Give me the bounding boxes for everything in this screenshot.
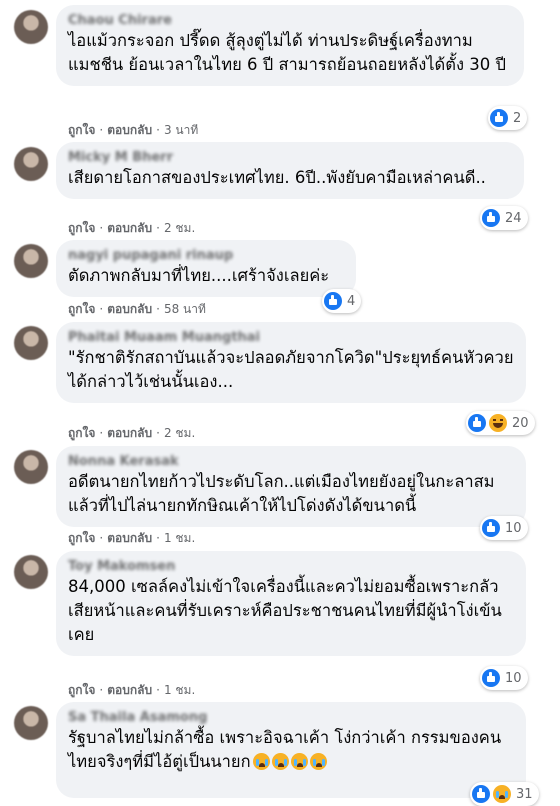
- like-reaction-icon: [490, 109, 508, 127]
- comment-author[interactable]: Toy Makomsen: [68, 559, 514, 575]
- reaction-summary[interactable]: 31: [470, 782, 539, 806]
- avatar[interactable]: [14, 706, 48, 740]
- comment-author[interactable]: Sa Thaila Asamong: [68, 710, 514, 726]
- comment-text: ตัดภาพกลับมาที่ไทย....เศร้าจังเลยค่ะ: [68, 266, 330, 285]
- like-link[interactable]: ถูกใจ: [68, 221, 95, 235]
- comment-author[interactable]: nagyi pupagani rinaup: [68, 248, 344, 264]
- comment-bubble: Phaitai Muaam Muangthai "รักชาติรักสถาบั…: [56, 322, 526, 403]
- comment-author[interactable]: Nonna Kerasak: [68, 454, 514, 470]
- comment-bubble: Sa Thaila Asamong รัฐบาลไทยไม่กล้าซื้อ เ…: [56, 702, 526, 798]
- comment-actions: ถูกใจ · ตอบกลับ · 2 ชม.: [68, 426, 196, 440]
- comment-bubble: Toy Makomsen 84,000 เซลล์คงไม่เข้าใจเครื…: [56, 551, 526, 656]
- reaction-summary[interactable]: 2: [488, 106, 528, 130]
- like-link[interactable]: ถูกใจ: [68, 426, 95, 440]
- like-reaction-icon: [482, 669, 500, 687]
- comment-text: รัฐบาลไทยไม่กล้าซื้อ เพราะอิจฉาเค้า โง่ก…: [68, 728, 502, 771]
- reaction-count: 10: [505, 670, 522, 686]
- comment-actions: ถูกใจ · ตอบกลับ · 1 ชม.: [68, 531, 196, 545]
- avatar[interactable]: [14, 555, 48, 589]
- avatar[interactable]: [14, 450, 48, 484]
- reply-link[interactable]: ตอบกลับ: [107, 683, 152, 697]
- comment-time[interactable]: 1 ชม.: [164, 531, 195, 545]
- like-reaction-icon: [482, 519, 500, 537]
- comment-text: 84,000 เซลล์คงไม่เข้าใจเครื่องนี้และควไม…: [68, 577, 502, 644]
- comment-actions: ถูกใจ · ตอบกลับ · 1 ชม.: [68, 683, 196, 697]
- reaction-count: 4: [347, 293, 356, 309]
- like-reaction-icon: [324, 292, 342, 310]
- like-link[interactable]: ถูกใจ: [68, 123, 95, 137]
- reaction-summary[interactable]: 20: [466, 411, 535, 435]
- avatar[interactable]: [14, 147, 48, 181]
- cry-reaction-icon: [493, 785, 511, 803]
- comment-bubble: nagyi pupagani rinaup ตัดภาพกลับมาที่ไทย…: [56, 240, 356, 297]
- comment-bubble: Micky M Bherr เสียดายโอกาสของประเทศไทย. …: [56, 142, 524, 199]
- comment-time[interactable]: 1 ชม.: [164, 683, 195, 697]
- comment-actions: ถูกใจ · ตอบกลับ · 2 ชม.: [68, 221, 196, 235]
- reaction-count: 10: [505, 520, 522, 536]
- comment-text: อดีตนายกไทยก้าวไประดับโลก..แต่เมืองไทยยั…: [68, 472, 495, 515]
- like-reaction-icon: [472, 785, 490, 803]
- avatar[interactable]: [14, 326, 48, 360]
- avatar[interactable]: [14, 10, 48, 44]
- comment-actions: ถูกใจ · ตอบกลับ · 58 นาที: [68, 302, 206, 316]
- comment-author[interactable]: Chaou Chirare: [68, 13, 512, 29]
- haha-reaction-icon: [489, 414, 507, 432]
- reaction-summary[interactable]: 4: [322, 289, 362, 313]
- reaction-count: 2: [513, 110, 522, 126]
- avatar[interactable]: [14, 244, 48, 278]
- comment-text: เสียดายโอกาสของประเทศไทย. 6ปี..พังยับคาม…: [68, 168, 486, 187]
- comment-author[interactable]: Phaitai Muaam Muangthai: [68, 330, 514, 346]
- like-link[interactable]: ถูกใจ: [68, 531, 95, 545]
- comment-time[interactable]: 2 ชม.: [164, 426, 195, 440]
- crying-face-icon: [271, 753, 289, 770]
- reaction-count: 20: [512, 415, 529, 431]
- comment-time[interactable]: 3 นาที: [164, 123, 198, 137]
- reaction-summary[interactable]: 24: [480, 206, 528, 230]
- like-link[interactable]: ถูกใจ: [68, 302, 95, 316]
- reaction-count: 31: [516, 786, 533, 802]
- like-link[interactable]: ถูกใจ: [68, 683, 95, 697]
- reaction-summary[interactable]: 10: [480, 666, 528, 690]
- reply-link[interactable]: ตอบกลับ: [107, 123, 152, 137]
- comment-author[interactable]: Micky M Bherr: [68, 150, 512, 166]
- comment-actions: ถูกใจ · ตอบกลับ · 3 นาที: [68, 123, 199, 137]
- like-reaction-icon: [482, 209, 500, 227]
- crying-face-icon: [309, 753, 327, 770]
- comment-time[interactable]: 2 ชม.: [164, 221, 195, 235]
- crying-face-icon: [252, 753, 270, 770]
- reply-link[interactable]: ตอบกลับ: [107, 531, 152, 545]
- like-reaction-icon: [468, 414, 486, 432]
- reply-link[interactable]: ตอบกลับ: [107, 221, 152, 235]
- comment-bubble: Nonna Kerasak อดีตนายกไทยก้าวไประดับโลก.…: [56, 446, 526, 527]
- comment-text: "รักชาติรักสถาบันแล้วจะปลอดภัยจากโควิด"ป…: [68, 348, 514, 391]
- comment-bubble: Chaou Chirare ไอแม้วกระจอก ปรี๊ดด สู้ลุง…: [56, 5, 524, 86]
- reply-link[interactable]: ตอบกลับ: [107, 426, 152, 440]
- crying-emoji-group: [252, 753, 327, 770]
- comment-text: ไอแม้วกระจอก ปรี๊ดด สู้ลุงตู่ไม่ได้ ท่าน…: [68, 31, 506, 74]
- reaction-count: 24: [505, 210, 522, 226]
- crying-face-icon: [290, 753, 308, 770]
- reaction-summary[interactable]: 10: [480, 516, 528, 540]
- comment-time[interactable]: 58 นาที: [164, 302, 206, 316]
- reply-link[interactable]: ตอบกลับ: [107, 302, 152, 316]
